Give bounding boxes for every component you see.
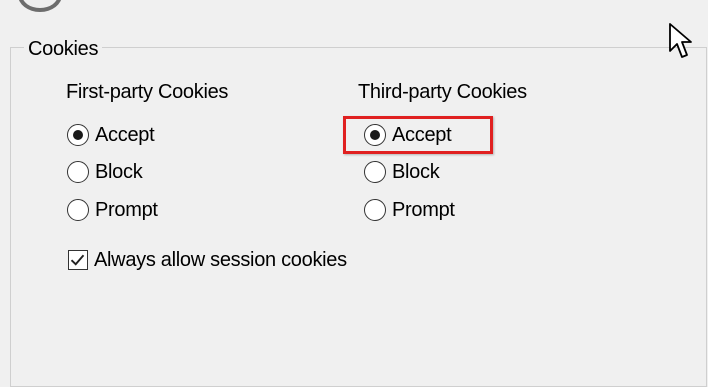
- third-party-accept-label: Accept: [392, 123, 452, 146]
- settings-circle-icon: [18, 0, 62, 12]
- cookies-group-title: Cookies: [24, 37, 103, 61]
- third-party-accept-radio[interactable]: [364, 124, 386, 146]
- third-party-cookies-title: Third-party Cookies: [358, 81, 527, 103]
- third-party-prompt-radio[interactable]: [364, 199, 386, 221]
- first-party-prompt-option[interactable]: Prompt: [67, 196, 158, 224]
- session-cookies-option[interactable]: Always allow session cookies: [68, 246, 347, 274]
- first-party-block-label: Block: [95, 160, 143, 183]
- first-party-prompt-label: Prompt: [95, 198, 158, 221]
- first-party-accept-option[interactable]: Accept: [67, 121, 155, 149]
- first-party-prompt-radio[interactable]: [67, 199, 89, 221]
- first-party-accept-label: Accept: [95, 123, 155, 146]
- session-cookies-checkbox[interactable]: [68, 250, 88, 270]
- first-party-cookies-title: First-party Cookies: [66, 81, 229, 103]
- third-party-block-label: Block: [392, 160, 440, 183]
- third-party-prompt-option[interactable]: Prompt: [364, 196, 455, 224]
- first-party-block-radio[interactable]: [67, 161, 89, 183]
- third-party-block-radio[interactable]: [364, 161, 386, 183]
- third-party-prompt-label: Prompt: [392, 198, 455, 221]
- first-party-block-option[interactable]: Block: [67, 158, 143, 186]
- first-party-accept-radio[interactable]: [67, 124, 89, 146]
- checkmark-icon: [70, 254, 85, 266]
- mouse-pointer-icon: [669, 23, 692, 58]
- third-party-block-option[interactable]: Block: [364, 158, 440, 186]
- session-cookies-label: Always allow session cookies: [94, 248, 347, 271]
- third-party-accept-option[interactable]: Accept: [364, 121, 452, 149]
